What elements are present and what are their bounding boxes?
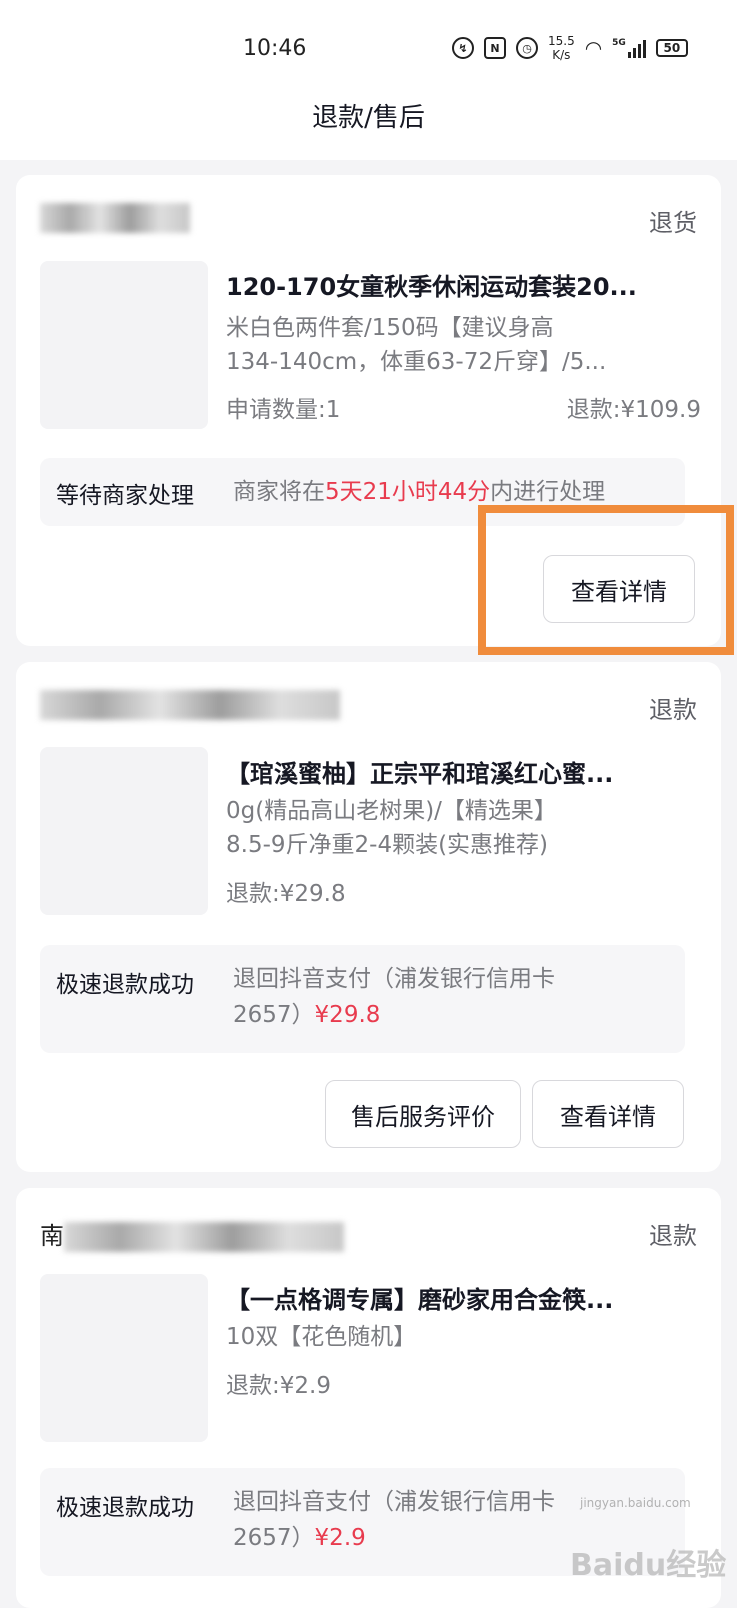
- apply-quantity: 申请数量:1: [226, 397, 341, 423]
- product-title[interactable]: 120-170女童秋季休闲运动套装20...: [226, 267, 666, 302]
- shop-name: [40, 203, 190, 235]
- page-header: 退款/售后: [0, 100, 737, 160]
- battery-icon: 50: [655, 39, 688, 57]
- shop-name: 南: [40, 1216, 344, 1252]
- order-type: 退货: [649, 209, 697, 237]
- product-title[interactable]: 【琯溪蜜柚】正宗平和琯溪红心蜜...: [226, 754, 666, 789]
- product-title[interactable]: 【一点格调专属】磨砂家用合金筷...: [226, 1280, 666, 1315]
- product-spec: 10双【花色随机】: [226, 1324, 417, 1350]
- page-title: 退款/售后: [312, 103, 425, 133]
- status-label: 极速退款成功: [56, 1495, 194, 1521]
- status-time: 10:46: [243, 36, 307, 61]
- product-image[interactable]: [40, 1274, 208, 1442]
- network-speed: 15.5 K/s: [548, 34, 575, 62]
- shop-name: [40, 690, 340, 722]
- product-image[interactable]: [40, 747, 208, 915]
- status-label: 等待商家处理: [56, 483, 194, 509]
- highlight-frame: [478, 505, 734, 655]
- product-spec: 0g(精品高山老树果)/【精选果】 8.5-9斤净重2-4颗装(实惠推荐): [226, 798, 557, 858]
- order-type: 退款: [649, 1222, 697, 1250]
- view-details-button[interactable]: 查看详情: [532, 1080, 684, 1148]
- service-review-button[interactable]: 售后服务评价: [325, 1080, 521, 1148]
- refund-status-box[interactable]: 极速退款成功 退回抖音支付（浦发银行信用卡 2657）¥29.8: [40, 945, 685, 1053]
- refund-amount: 退款:¥109.9: [566, 397, 701, 423]
- product-image[interactable]: [40, 261, 208, 429]
- product-spec: 米白色两件套/150码【建议身高 134-140cm，体重63-72斤穿】/5.…: [226, 315, 607, 375]
- alarm-icon: ◷: [516, 37, 538, 59]
- order-card[interactable]: 退款 【琯溪蜜柚】正宗平和琯溪红心蜜... 0g(精品高山老树果)/【精选果】 …: [16, 662, 721, 1172]
- baidu-watermark: jingyan.baidu.com Baidu经验: [570, 1496, 727, 1583]
- status-icons: ↯ N ◷ 15.5 K/s ◠ 5G 50: [452, 34, 688, 62]
- wifi-icon: ◠: [584, 36, 603, 60]
- order-type: 退款: [649, 696, 697, 724]
- status-label: 极速退款成功: [56, 972, 194, 998]
- status-description: 退回抖音支付（浦发银行信用卡 2657）¥29.8: [233, 966, 555, 1028]
- nfc-icon: N: [484, 37, 506, 59]
- status-bar: 10:46 ↯ N ◷ 15.5 K/s ◠ 5G 50: [0, 0, 737, 100]
- refund-amount: 退款:¥2.9: [226, 1373, 331, 1399]
- signal-icon: 5G: [612, 38, 646, 58]
- refund-amount: 退款:¥29.8: [226, 881, 346, 907]
- vibrate-icon: ↯: [452, 37, 474, 59]
